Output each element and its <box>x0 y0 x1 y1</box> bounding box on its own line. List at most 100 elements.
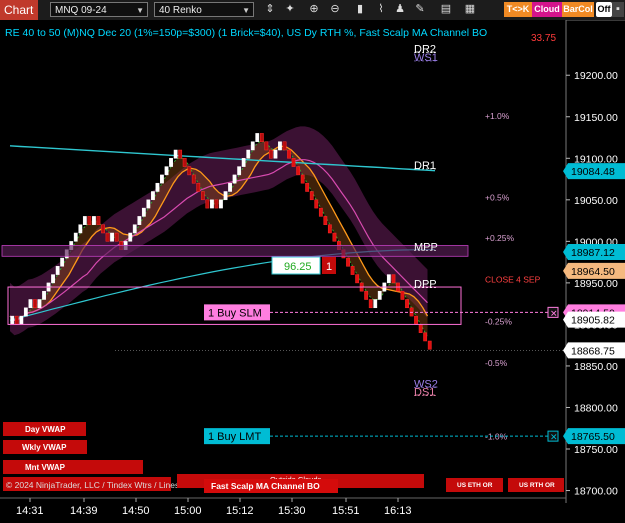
instrument-selector[interactable]: MNQ 09-24 ▼ <box>50 2 148 17</box>
renko-brick <box>427 340 432 350</box>
order-label: 1 Buy LMT <box>208 431 261 443</box>
renko-brick <box>346 257 350 267</box>
renko-brick <box>28 299 33 309</box>
chart-header-text: RE 40 to 50 (M)NQ Dec 20 (1%=150p=$300) … <box>5 27 487 39</box>
renko-brick <box>173 149 178 159</box>
level-label: DR1 <box>414 160 436 172</box>
price-tick-label: 19050.00 <box>574 195 618 207</box>
price-tick-label: 18850.00 <box>574 361 618 373</box>
price-tick-label: 19150.00 <box>574 112 618 124</box>
renko-brick <box>210 199 214 209</box>
time-tick-label: 14:39 <box>70 505 98 517</box>
level-label: MPP <box>414 241 438 253</box>
renko-brick <box>160 174 164 184</box>
bar-style-icon[interactable]: ▮ <box>352 2 368 17</box>
close-icon: ✕ <box>550 308 558 318</box>
indicators-icon[interactable]: ⌇ <box>373 2 389 17</box>
time-tick-label: 14:50 <box>122 505 150 517</box>
renko-brick <box>355 274 360 284</box>
corner-value: 33.75 <box>531 33 556 44</box>
renko-brick <box>14 315 19 325</box>
position-qty: 1 <box>326 261 332 273</box>
level-label: DS1 <box>414 387 435 399</box>
percent-level-label: -0.5% <box>485 358 508 368</box>
time-tick-label: 15:12 <box>226 505 254 517</box>
renko-brick <box>414 315 418 325</box>
renko-brick <box>268 149 273 159</box>
renko-brick <box>55 266 60 275</box>
renko-brick <box>205 199 210 209</box>
renko-brick <box>87 216 92 225</box>
mnt-vwap-button[interactable] <box>3 460 143 474</box>
time-tick-label: 16:13 <box>384 505 412 517</box>
renko-brick <box>214 199 219 209</box>
renko-brick <box>400 290 405 300</box>
barcol-toggle-button[interactable]: BarCol <box>562 2 594 17</box>
renko-brick <box>191 174 196 184</box>
renko-brick <box>92 216 96 225</box>
renko-brick <box>23 307 28 317</box>
renko-brick <box>300 174 305 184</box>
price-tick-label: 19200.00 <box>574 70 618 82</box>
fast-scalp-label: Fast Scalp MA Channel BO <box>211 481 320 491</box>
renko-brick <box>178 149 183 159</box>
renko-brick <box>155 182 160 192</box>
renko-brick <box>296 166 301 176</box>
renko-brick <box>377 290 382 300</box>
renko-brick <box>33 299 37 309</box>
level-label: WS1 <box>414 52 438 64</box>
renko-brick <box>405 299 409 309</box>
renko-brick <box>137 216 142 225</box>
level-label: DPP <box>414 279 437 291</box>
renko-brick <box>309 191 314 201</box>
price-tick-label: 18700.00 <box>574 486 618 498</box>
renko-brick <box>82 216 87 225</box>
renko-brick <box>418 324 423 333</box>
renko-brick <box>423 332 428 342</box>
renko-brick <box>73 232 78 242</box>
renko-brick <box>282 141 287 151</box>
renko-brick <box>37 299 42 309</box>
mpp-band <box>1 245 469 257</box>
bar-type-selector[interactable]: 40 Renko ▼ <box>154 2 254 17</box>
renko-brick <box>368 299 373 309</box>
close-icon: ✕ <box>550 432 558 442</box>
renko-brick <box>228 182 232 192</box>
drawing-tools-icon[interactable]: ✎ <box>412 2 428 17</box>
renko-brick <box>250 141 255 151</box>
zoom-in-icon[interactable]: ⊕ <box>306 2 322 17</box>
price-tag-label: 18987.12 <box>571 247 615 259</box>
renko-chart[interactable]: DR2WS1DR1MPPDPPWS2DS1+1.0%+0.5%+0.25%CLO… <box>0 20 625 523</box>
percent-level-label: -0.25% <box>485 316 512 326</box>
chart-settings-icon[interactable]: ▪ <box>612 2 624 17</box>
tk-toggle-button[interactable]: T<>K <box>504 2 532 17</box>
renko-brick <box>146 199 151 209</box>
renko-brick <box>128 232 133 242</box>
scale-icon[interactable]: ⇕ <box>262 2 278 17</box>
renko-brick <box>101 224 105 234</box>
zoom-out-icon[interactable]: ⊖ <box>327 2 343 17</box>
renko-brick <box>10 315 15 325</box>
price-tag-label: 18765.50 <box>571 431 615 443</box>
time-tick-label: 15:30 <box>278 505 306 517</box>
time-tick-label: 14:31 <box>16 505 44 517</box>
instrument-label: MNQ 09-24 <box>55 5 107 16</box>
position-pnl: 96.25 <box>284 261 312 273</box>
strategies-icon[interactable]: ♟ <box>392 2 408 17</box>
data-box-icon[interactable]: ▦ <box>462 2 478 17</box>
renko-brick <box>151 191 155 201</box>
chart-toolbar: Chart MNQ 09-24 ▼ 40 Renko ▼ ⇕ ✦ ⊕ ⊖ ▮ ⌇… <box>0 0 625 21</box>
renko-brick <box>141 207 146 217</box>
price-tick-label: 18800.00 <box>574 403 618 415</box>
templates-icon[interactable]: ▤ <box>438 2 454 17</box>
day-vwap-label: Day VWAP <box>25 425 66 434</box>
renko-brick <box>223 191 228 201</box>
renko-brick <box>42 290 46 300</box>
pointer-icon[interactable]: ✦ <box>282 2 298 17</box>
chart-tab[interactable]: Chart <box>0 0 38 20</box>
time-tick-label: 15:00 <box>174 505 202 517</box>
renko-brick <box>314 199 319 209</box>
price-axis[interactable]: 18700.0018750.0018800.0018850.0018900.00… <box>563 20 625 503</box>
off-toggle-button[interactable]: Off <box>596 2 612 17</box>
cloud-toggle-button[interactable]: Cloud <box>532 2 562 17</box>
